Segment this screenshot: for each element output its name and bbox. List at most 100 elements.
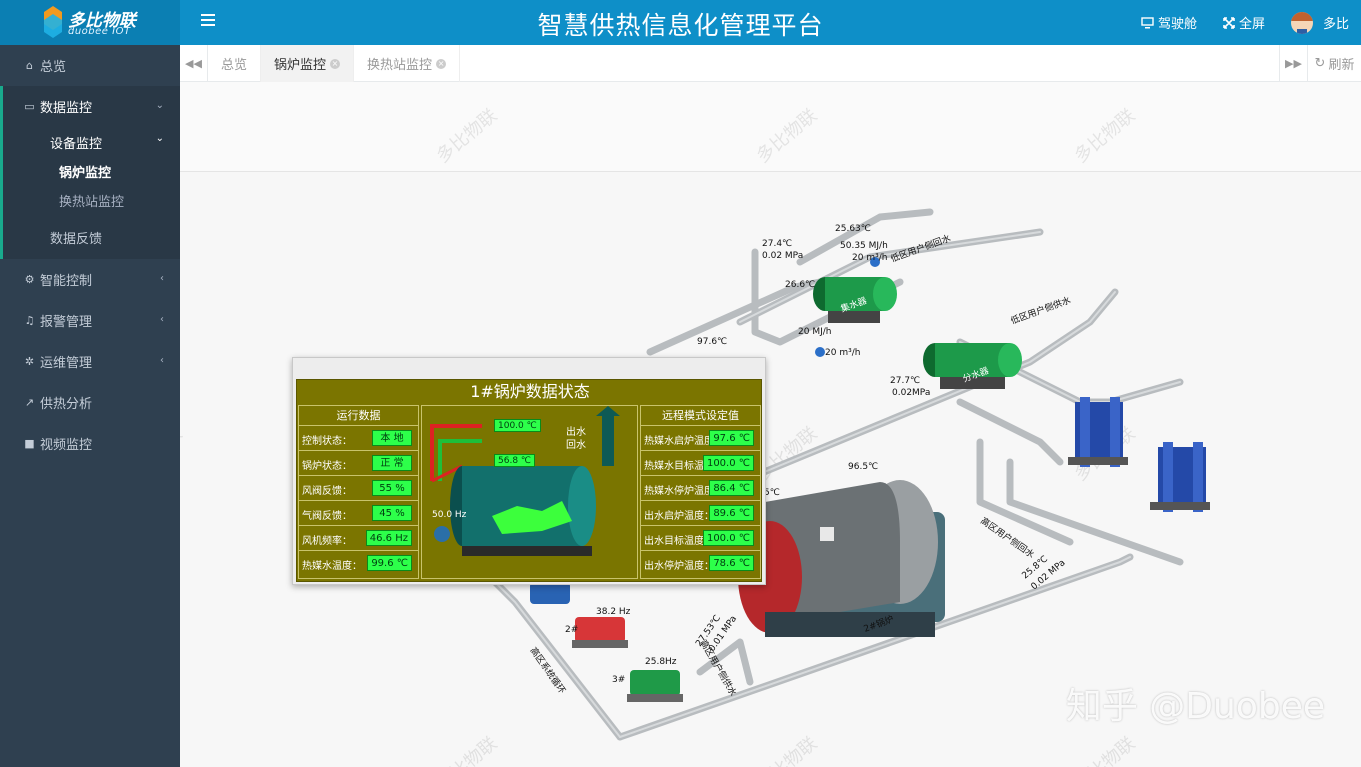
fullscreen-button[interactable]: 全屏 xyxy=(1223,13,1265,32)
heat-exchanger-2 xyxy=(1150,442,1210,512)
row-value: 正 常 xyxy=(372,455,412,471)
cogs-icon: ✲ xyxy=(24,355,35,368)
row-value: 99.6 ℃ xyxy=(367,555,412,571)
data-row: 风阀反馈： 55 % xyxy=(299,476,418,501)
cockpit-label: 驾驶舱 xyxy=(1157,17,1197,32)
boiler-illustration: 100.0 ℃ 56.8 ℃ 出水 回水 50.0 Hz xyxy=(421,405,638,579)
sidebar-item-smart-control[interactable]: ⚙ 智能控制 ‹ xyxy=(0,259,180,300)
monitor-icon: ▭ xyxy=(24,100,35,113)
sidebar-item-video[interactable]: ■ 视频监控 xyxy=(0,423,180,464)
gear-icon: ⚙ xyxy=(24,273,35,286)
row-value: 本 地 xyxy=(372,430,412,446)
return-label: 回水 xyxy=(566,440,586,451)
tab-label: 总览 xyxy=(221,58,248,73)
sidebar-item-exchange-monitor[interactable]: 换热站监控 xyxy=(3,186,180,215)
temp-label: 97.6℃ xyxy=(697,337,727,347)
user-name: 多比 xyxy=(1322,17,1349,32)
tabs-scroll-right-icon[interactable]: ▶▶ xyxy=(1279,45,1307,82)
sidebar-item-data-monitor[interactable]: ▭ 数据监控 ⌄ xyxy=(3,86,180,127)
flow-label: 20 m³/h xyxy=(825,348,860,358)
row-label: 气阀反馈： xyxy=(302,511,352,522)
pump-1 xyxy=(530,582,570,604)
sidebar-item-heat-analysis[interactable]: ↗ 供热分析 xyxy=(0,382,180,423)
sidebar-item-label: 数据监控 xyxy=(40,101,93,116)
sidebar-item-device-monitor[interactable]: 设备监控 ⌄ xyxy=(3,127,180,157)
row-label: 风机频率： xyxy=(302,536,352,547)
sidebar-item-alarm[interactable]: ♫ 报警管理 ‹ xyxy=(0,300,180,341)
temp-label: 27.7℃ xyxy=(890,376,920,386)
sidebar-group-data-monitor: ▭ 数据监控 ⌄ 设备监控 ⌄ 锅炉监控 换热站监控 数据反馈 xyxy=(0,86,180,259)
row-label: 锅炉状态： xyxy=(302,461,352,472)
row-label: 控制状态： xyxy=(302,436,352,447)
tabs-scroll-left-icon[interactable]: ◀◀ xyxy=(180,45,208,82)
row-value: 89.6 ℃ xyxy=(709,505,754,521)
pump-2 xyxy=(572,617,628,648)
temp-label: 26.6℃ xyxy=(785,280,815,290)
sidebar-item-ops[interactable]: ✲ 运维管理 ‹ xyxy=(0,341,180,382)
user-menu[interactable]: 多比 xyxy=(1290,11,1349,34)
row-label: 出水启炉温度： xyxy=(644,511,714,522)
sidebar-item-overview[interactable]: ⌂ 总览 xyxy=(0,45,180,86)
chevron-left-icon: ‹ xyxy=(160,273,164,284)
refresh-icon: ↻ xyxy=(1314,56,1326,71)
row-value: 97.6 ℃ xyxy=(709,430,754,446)
tab-boiler-monitor[interactable]: 锅炉监控 × xyxy=(261,45,355,82)
return-temp-readout: 56.8 ℃ xyxy=(494,454,536,467)
video-camera-icon: ■ xyxy=(24,437,35,450)
data-row: 热媒水停炉温度： 86.4 ℃ xyxy=(641,476,760,501)
data-row: 热媒水启炉温度： 97.6 ℃ xyxy=(641,426,760,451)
pump-3 xyxy=(627,670,683,702)
refresh-button[interactable]: ↻ 刷新 xyxy=(1307,45,1361,82)
energy-label: 20 MJ/h xyxy=(798,327,831,337)
tabs: 总览 锅炉监控 × 换热站监控 × xyxy=(208,45,461,82)
remote-setpoint-column: 远程模式设定值 热媒水启炉温度： 97.6 ℃ 热媒水目标温度： 100.0 ℃ 热… xyxy=(640,405,761,579)
pipe-label-high-loop: 高区系统循环 xyxy=(528,645,569,696)
sidebar: ⌂ 总览 ▭ 数据监控 ⌄ 设备监控 ⌄ 锅炉监控 换热站监控 数据反馈 ⚙ 智… xyxy=(0,45,180,767)
sidebar-item-data-feedback[interactable]: 数据反馈 xyxy=(3,215,180,259)
home-icon: ⌂ xyxy=(26,59,33,72)
row-value: 86.4 ℃ xyxy=(709,480,754,496)
hz-label: 25.8Hz xyxy=(645,657,677,667)
bell-icon: ♫ xyxy=(24,314,35,327)
row-value: 45 % xyxy=(372,505,412,521)
sidebar-item-label: 视频监控 xyxy=(40,438,93,453)
pump-label: 2# xyxy=(565,625,578,635)
pressure-label: 0.02 MPa xyxy=(762,251,803,261)
logo-mark-icon xyxy=(44,6,62,38)
sidebar-item-label: 换热站监控 xyxy=(59,195,125,210)
data-row: 气阀反馈： 45 % xyxy=(299,501,418,526)
row-label: 出水停炉温度： xyxy=(644,561,714,572)
distributor-tank xyxy=(923,343,1022,389)
pressure-label: 0.02MPa xyxy=(892,388,930,398)
column-header: 远程模式设定值 xyxy=(641,406,760,426)
refresh-label: 刷新 xyxy=(1328,58,1355,73)
row-value: 78.6 ℃ xyxy=(709,555,754,571)
cockpit-button[interactable]: 驾驶舱 xyxy=(1141,13,1197,32)
zhihu-watermark: 知乎 @Duobee xyxy=(1065,686,1325,727)
tab-label: 换热站监控 xyxy=(367,58,433,73)
main-content: 多比物联 多比物联 多比物联 多比物联 多比物联 多比物联 多比物联 多比物联 … xyxy=(180,82,1361,767)
heat-exchanger-1 xyxy=(1068,397,1128,467)
menu-toggle-icon[interactable] xyxy=(201,14,215,28)
row-value: 100.0 ℃ xyxy=(702,530,754,546)
data-row: 出水目标温度： 100.0 ℃ xyxy=(641,526,760,551)
temp-label: 27.4℃ xyxy=(762,239,792,249)
tab-exchange-monitor[interactable]: 换热站监控 × xyxy=(354,45,461,82)
tab-overview[interactable]: 总览 xyxy=(208,45,262,82)
boiler-2 xyxy=(738,480,945,637)
logo: 多比物联 duobee IOT xyxy=(0,0,180,45)
sidebar-item-label: 锅炉监控 xyxy=(59,166,112,181)
hz-label: 38.2 Hz xyxy=(596,607,631,617)
monitor-icon xyxy=(1141,16,1154,28)
close-icon[interactable]: × xyxy=(436,58,447,69)
supply-temp-readout: 100.0 ℃ xyxy=(494,419,541,432)
data-row: 出水停炉温度： 78.6 ℃ xyxy=(641,551,760,576)
temp-label: 5℃ xyxy=(764,488,780,498)
sidebar-item-boiler-monitor[interactable]: 锅炉监控 xyxy=(3,157,180,186)
sidebar-item-label: 报警管理 xyxy=(40,315,93,330)
close-icon[interactable]: × xyxy=(330,58,341,69)
row-label: 热媒水温度： xyxy=(302,561,362,572)
sidebar-item-label: 设备监控 xyxy=(50,136,103,152)
row-value: 46.6 Hz xyxy=(365,530,412,546)
boiler-data-panel: 1#锅炉数据状态 运行数据 控制状态： 本 地 锅炉状态： 正 常 风阀反馈： 55 … xyxy=(292,357,766,585)
